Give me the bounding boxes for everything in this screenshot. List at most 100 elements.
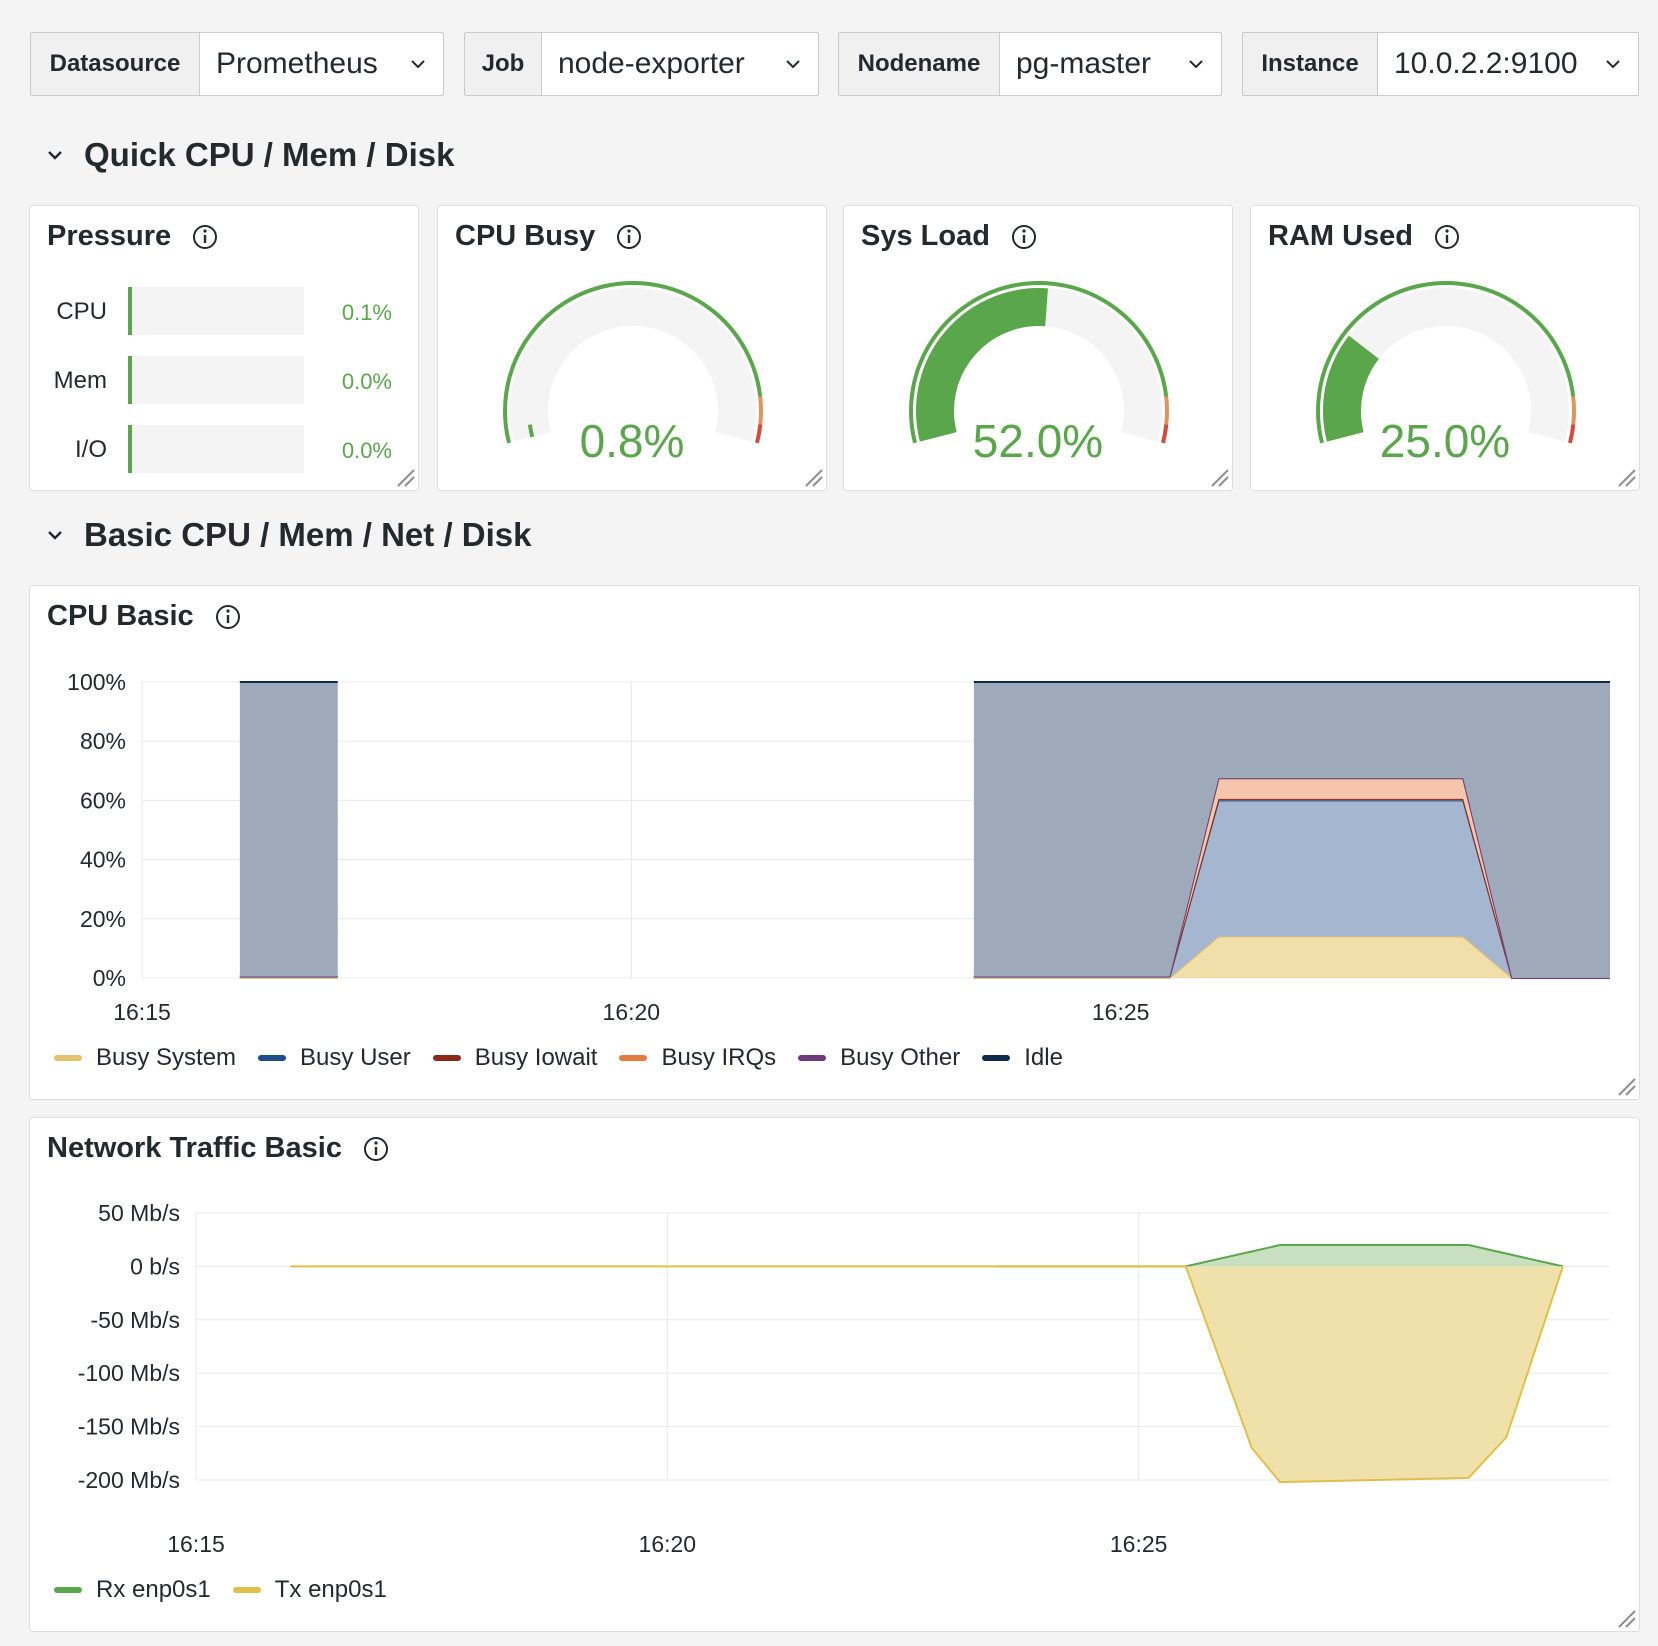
pressure-bar-mem <box>128 356 304 404</box>
pressure-fill <box>128 287 132 335</box>
x-tick-label: 16:15 <box>167 1531 225 1557</box>
legend-swatch <box>982 1055 1011 1061</box>
datasource-variable: Datasource Prometheus <box>30 32 444 96</box>
job-select[interactable]: node-exporter <box>542 32 819 96</box>
sys-load-value: 52.0% <box>972 415 1104 467</box>
network-traffic-chart[interactable]: 50 Mb/s 0 b/s -50 Mb/s -100 Mb/s -150 Mb/s -2… <box>30 1118 1641 1578</box>
legend-item[interactable]: Busy Other <box>798 1044 960 1072</box>
legend-item[interactable]: Tx enp0s1 <box>232 1576 387 1604</box>
y-tick-label: 60% <box>80 787 126 813</box>
legend-swatch <box>798 1055 827 1061</box>
resize-handle-icon[interactable] <box>1615 466 1637 488</box>
pressure-label-cpu: CPU <box>56 298 107 325</box>
y-tick-label: 100% <box>67 669 126 695</box>
legend-label: Busy User <box>300 1044 411 1071</box>
legend-label: Busy Other <box>840 1044 961 1071</box>
pressure-title: Pressure <box>47 220 172 252</box>
y-tick-label: 80% <box>80 728 126 754</box>
y-tick-label: -200 Mb/s <box>78 1467 180 1493</box>
row-title: Basic CPU / Mem / Net / Disk <box>84 516 532 553</box>
nodename-variable: Nodename pg-master <box>838 32 1222 96</box>
legend-item[interactable]: Busy User <box>258 1044 411 1072</box>
row-title: Quick CPU / Mem / Disk <box>84 136 455 173</box>
pressure-value-io: 0.0% <box>341 438 392 463</box>
area-idle <box>239 682 338 977</box>
datasource-label: Datasource <box>30 32 200 96</box>
legend-label: Rx enp0s1 <box>96 1576 211 1603</box>
y-tick-label: 0 b/s <box>130 1253 180 1279</box>
legend-item[interactable]: Busy Iowait <box>432 1044 598 1072</box>
area-tx-enp0s1 <box>290 1266 1563 1483</box>
resize-handle-icon[interactable] <box>1208 466 1230 488</box>
chevron-down-icon <box>48 531 62 540</box>
legend-item[interactable]: Idle <box>982 1044 1063 1072</box>
instance-value: 10.0.2.2:9100 <box>1394 47 1578 80</box>
area-rx-enp0s1 <box>997 1245 1563 1267</box>
job-value: node-exporter <box>558 47 745 80</box>
y-tick-label: -50 Mb/s <box>91 1307 180 1333</box>
pressure-label-mem: Mem <box>53 367 107 394</box>
pressure-panel: Pressure CPU 0.1% Mem 0.0% I/O 0.0% <box>29 205 419 491</box>
y-tick-label: 40% <box>80 847 126 873</box>
job-label: Job <box>464 32 542 96</box>
cpu-busy-value: 0.8% <box>579 415 685 467</box>
nodename-value: pg-master <box>1016 47 1152 80</box>
legend-swatch <box>54 1055 82 1061</box>
panel-title: Pressure <box>47 220 219 253</box>
chevron-down-icon <box>411 60 425 69</box>
legend-label: Idle <box>1024 1044 1063 1071</box>
pressure-label-io: I/O <box>74 436 107 463</box>
y-tick-label: 0% <box>93 965 126 991</box>
pressure-fill <box>128 425 132 473</box>
legend-label: Busy Iowait <box>474 1044 598 1071</box>
legend-item[interactable]: Busy IRQs <box>619 1044 776 1072</box>
row-header-basic[interactable]: Basic CPU / Mem / Net / Disk <box>44 516 531 554</box>
x-tick-label: 16:20 <box>603 999 661 1025</box>
instance-label: Instance <box>1242 32 1378 96</box>
legend-label: Busy IRQs <box>661 1044 777 1071</box>
cpu-basic-legend: Busy System Busy User Busy Iowait Busy IRQs… <box>54 1044 1063 1072</box>
resize-handle-icon[interactable] <box>1615 1075 1637 1097</box>
pressure-bar-io <box>128 425 304 473</box>
job-variable: Job node-exporter <box>464 32 819 96</box>
legend-item[interactable]: Busy System <box>54 1044 236 1072</box>
pressure-value-cpu: 0.1% <box>341 300 392 325</box>
resize-handle-icon[interactable] <box>802 466 824 488</box>
datasource-value: Prometheus <box>216 47 378 80</box>
row-header-quick[interactable]: Quick CPU / Mem / Disk <box>44 136 454 174</box>
legend-swatch <box>232 1587 261 1593</box>
chevron-down-icon <box>1189 60 1203 69</box>
network-traffic-legend: Rx enp0s1 Tx enp0s1 <box>54 1576 387 1604</box>
x-tick-label: 16:15 <box>113 999 171 1025</box>
y-tick-label: -150 Mb/s <box>78 1414 180 1440</box>
ram-used-value: 25.0% <box>1379 415 1511 467</box>
nodename-select[interactable]: pg-master <box>1000 32 1222 96</box>
y-tick-label: -100 Mb/s <box>78 1360 180 1386</box>
chevron-down-icon <box>1606 60 1620 69</box>
chevron-down-icon <box>786 60 800 69</box>
legend-swatch <box>619 1055 648 1061</box>
legend-label: Tx enp0s1 <box>274 1576 387 1603</box>
y-tick-label: 50 Mb/s <box>98 1200 180 1226</box>
nodename-label: Nodename <box>838 32 1000 96</box>
instance-variable: Instance 10.0.2.2:9100 <box>1242 32 1639 96</box>
pressure-bar-cpu <box>128 287 304 335</box>
pressure-fill <box>128 356 132 404</box>
ram-used-panel: RAM Used 25.0% <box>1250 205 1640 491</box>
datasource-select[interactable]: Prometheus <box>200 32 444 96</box>
x-tick-label: 16:25 <box>1092 999 1150 1025</box>
resize-handle-icon[interactable] <box>394 466 416 488</box>
legend-swatch <box>432 1055 461 1061</box>
chevron-down-icon <box>48 151 62 160</box>
resize-handle-icon[interactable] <box>1615 1607 1637 1629</box>
pressure-value-mem: 0.0% <box>341 369 392 394</box>
legend-swatch <box>54 1587 82 1593</box>
instance-select[interactable]: 10.0.2.2:9100 <box>1378 32 1639 96</box>
info-icon[interactable] <box>191 223 219 251</box>
x-tick-label: 16:20 <box>639 1531 697 1557</box>
sys-load-panel: Sys Load 52.0% <box>843 205 1233 491</box>
legend-item[interactable]: Rx enp0s1 <box>54 1576 211 1604</box>
cpu-busy-panel: CPU Busy 0.8% <box>437 205 827 491</box>
legend-swatch <box>258 1055 287 1061</box>
cpu-basic-chart[interactable]: 100% 80% 60% 40% 20% 0% 16:15 16:20 16:25 <box>30 586 1641 1046</box>
